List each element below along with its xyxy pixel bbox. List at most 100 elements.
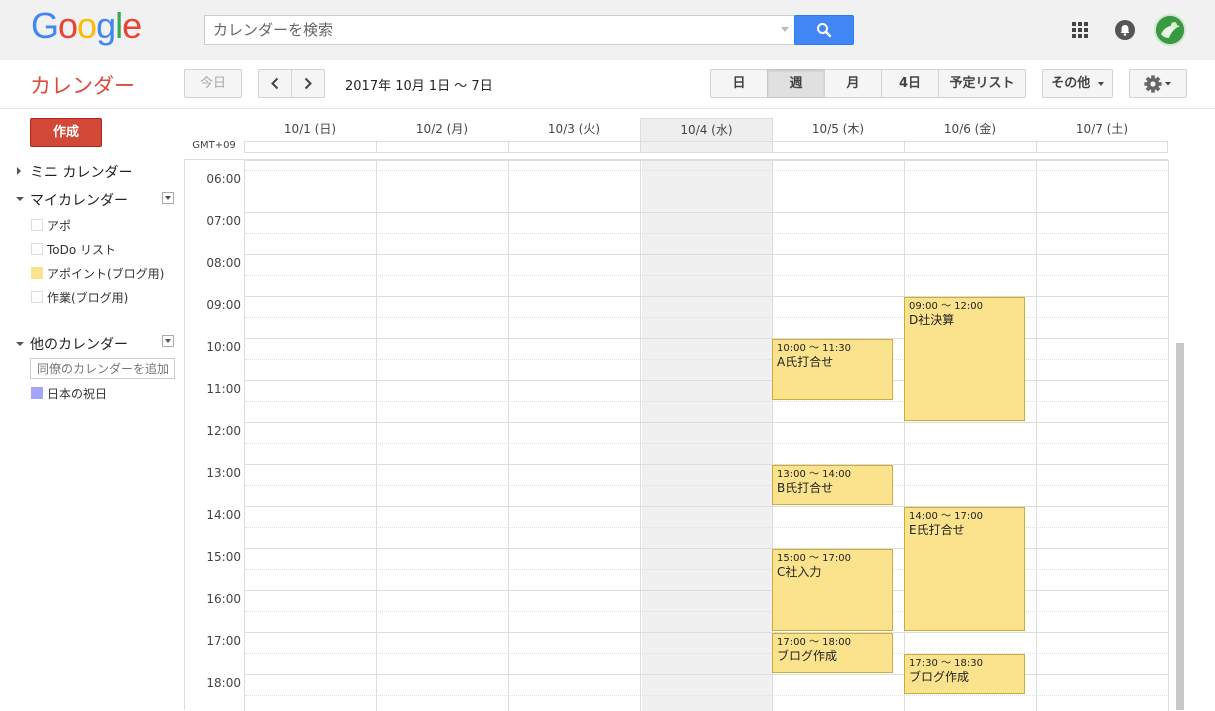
day-header[interactable]: 10/5 (木) bbox=[772, 118, 904, 141]
calendar-item-label[interactable]: アポ bbox=[47, 217, 71, 234]
calendar-event[interactable]: 09:00 ～ 12:00 D社決算 bbox=[904, 297, 1025, 421]
grid-line bbox=[1168, 160, 1169, 711]
grid-line bbox=[245, 548, 1169, 549]
calendar-event[interactable]: 14:00 ～ 17:00 E氏打合せ bbox=[904, 507, 1025, 631]
view-agenda-button[interactable]: 予定リスト bbox=[938, 69, 1026, 98]
calendar-event[interactable]: 13:00 ～ 14:00 B氏打合せ bbox=[772, 465, 893, 505]
calendar-event[interactable]: 10:00 ～ 11:30 A氏打合せ bbox=[772, 339, 893, 400]
google-logo[interactable]: Google bbox=[31, 5, 142, 46]
calendar-event[interactable]: 15:00 ～ 17:00 C社入力 bbox=[772, 549, 893, 631]
calendar-color-swatch[interactable] bbox=[31, 291, 43, 303]
search-options-dropdown-icon[interactable] bbox=[781, 27, 789, 32]
search-button[interactable] bbox=[794, 15, 854, 45]
add-coworker-calendar-input[interactable] bbox=[30, 358, 175, 379]
event-time: 17:00 ～ 18:00 bbox=[777, 637, 851, 648]
hour-label: 06:00 bbox=[206, 172, 241, 186]
time-grid[interactable]: 06:00 07:00 08:00 09:00 10:00 11:00 12:0… bbox=[184, 159, 1169, 711]
my-calendars-heading[interactable]: マイカレンダー bbox=[30, 190, 128, 210]
event-title: D社決算 bbox=[909, 313, 955, 327]
calendar-color-swatch[interactable] bbox=[31, 387, 43, 399]
grid-line bbox=[245, 674, 1169, 675]
calendar-item-label[interactable]: ToDo リスト bbox=[47, 241, 116, 258]
other-calendars-heading[interactable]: 他のカレンダー bbox=[30, 334, 128, 354]
hour-label: 09:00 bbox=[206, 298, 241, 312]
day-header-today[interactable]: 10/4 (水) bbox=[640, 118, 773, 141]
grid-line bbox=[245, 338, 1169, 339]
hour-label: 15:00 bbox=[206, 550, 241, 564]
day-header[interactable]: 10/1 (日) bbox=[244, 118, 376, 141]
account-avatar[interactable] bbox=[1154, 14, 1186, 46]
event-time: 10:00 ～ 11:30 bbox=[777, 343, 851, 354]
hour-label: 18:00 bbox=[206, 676, 241, 690]
calendar-color-swatch[interactable] bbox=[31, 219, 43, 231]
event-title: B氏打合せ bbox=[777, 481, 834, 495]
hour-label: 10:00 bbox=[206, 340, 241, 354]
more-label: その他 bbox=[1051, 76, 1091, 91]
day-header[interactable]: 10/6 (金) bbox=[904, 118, 1036, 141]
grid-line bbox=[245, 296, 1169, 297]
view-week-button[interactable]: 週 bbox=[767, 69, 825, 98]
mini-calendar-toggle[interactable]: ミニ カレンダー bbox=[30, 162, 132, 182]
chevron-down-icon bbox=[1097, 81, 1104, 86]
notifications-bell-icon[interactable] bbox=[1115, 20, 1135, 40]
grid-line bbox=[245, 443, 1169, 444]
view-month-button[interactable]: 月 bbox=[824, 69, 882, 98]
grid-line bbox=[245, 569, 1169, 570]
calendar-event[interactable]: 17:30 ～ 18:30 ブログ作成 bbox=[904, 654, 1025, 694]
gear-icon bbox=[1144, 75, 1171, 93]
expand-arrow-icon[interactable] bbox=[17, 167, 21, 175]
grid-line bbox=[245, 317, 1169, 318]
view-4day-button[interactable]: 4日 bbox=[881, 69, 939, 98]
event-time: 09:00 ～ 12:00 bbox=[909, 301, 983, 312]
previous-week-button[interactable] bbox=[258, 69, 292, 98]
grid-line bbox=[245, 422, 1169, 423]
event-title: ブログ作成 bbox=[777, 649, 838, 663]
view-day-button[interactable]: 日 bbox=[710, 69, 768, 98]
calendar-item-label[interactable]: 作業(ブログ用) bbox=[47, 289, 128, 306]
grid-line bbox=[244, 160, 245, 711]
all-day-row[interactable] bbox=[244, 141, 1168, 153]
header-divider bbox=[0, 108, 1215, 109]
event-time: 14:00 ～ 17:00 bbox=[909, 511, 983, 522]
grid-line bbox=[245, 170, 1169, 171]
grid-line bbox=[245, 695, 1169, 696]
other-calendars-menu-icon[interactable] bbox=[162, 335, 174, 347]
logo-letter: g bbox=[96, 5, 116, 46]
event-time: 13:00 ～ 14:00 bbox=[777, 469, 851, 480]
calendar-color-swatch[interactable] bbox=[31, 267, 43, 279]
chevron-left-icon bbox=[271, 77, 279, 90]
grid-line bbox=[245, 485, 1169, 486]
grid-line bbox=[245, 212, 1169, 213]
grid-scrollbar[interactable] bbox=[1176, 343, 1184, 710]
settings-button[interactable] bbox=[1129, 69, 1187, 98]
next-week-button[interactable] bbox=[291, 69, 325, 98]
grid-line bbox=[245, 611, 1169, 612]
more-dropdown-button[interactable]: その他 bbox=[1042, 69, 1113, 98]
create-event-button[interactable]: 作成 bbox=[30, 118, 102, 147]
day-header[interactable]: 10/3 (火) bbox=[508, 118, 640, 141]
calendar-item-label[interactable]: アポイント(ブログ用) bbox=[47, 265, 164, 282]
search-input[interactable] bbox=[205, 16, 765, 44]
collapse-arrow-icon[interactable] bbox=[16, 342, 24, 346]
calendar-color-swatch[interactable] bbox=[31, 243, 43, 255]
grid-line bbox=[245, 160, 1169, 161]
hour-label: 13:00 bbox=[206, 466, 241, 480]
calendar-item-label[interactable]: 日本の祝日 bbox=[47, 385, 107, 402]
apps-grid-icon[interactable] bbox=[1072, 22, 1088, 38]
day-header[interactable]: 10/2 (月) bbox=[376, 118, 508, 141]
day-header[interactable]: 10/7 (土) bbox=[1036, 118, 1168, 141]
event-time: 15:00 ～ 17:00 bbox=[777, 553, 851, 564]
week-grid: 10/1 (日) 10/2 (月) 10/3 (火) 10/4 (水) 10/5… bbox=[184, 118, 1184, 711]
grid-line bbox=[245, 590, 1169, 591]
calendar-event[interactable]: 17:00 ～ 18:00 ブログ作成 bbox=[772, 633, 893, 673]
today-button[interactable]: 今日 bbox=[184, 69, 242, 98]
grid-line bbox=[245, 380, 1169, 381]
hour-label: 07:00 bbox=[206, 214, 241, 228]
search-icon bbox=[817, 23, 832, 38]
collapse-arrow-icon[interactable] bbox=[16, 197, 24, 201]
grid-line bbox=[1036, 160, 1037, 711]
event-title: A氏打合せ bbox=[777, 355, 834, 369]
my-calendars-menu-icon[interactable] bbox=[162, 192, 174, 204]
logo-letter: o bbox=[58, 5, 78, 46]
logo-letter: e bbox=[122, 5, 142, 46]
